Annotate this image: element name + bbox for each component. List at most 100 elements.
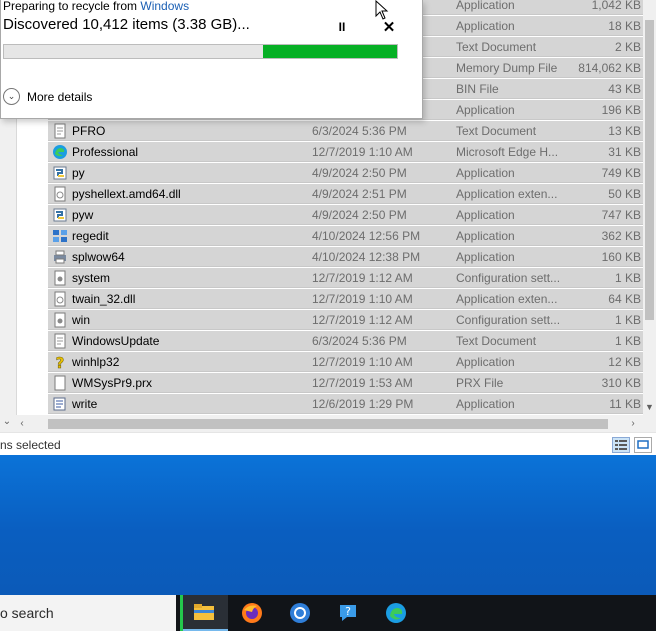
pause-button[interactable]: II: [335, 20, 349, 36]
scroll-right-arrow-icon[interactable]: ›: [626, 417, 640, 431]
file-size: 1 KB: [614, 271, 641, 285]
file-row[interactable]: write 12/6/2019 1:29 PM Application 11 KB: [48, 394, 643, 414]
file-row[interactable]: py 4/9/2024 2:50 PM Application 749 KB: [48, 163, 643, 183]
scroll-left-arrow-icon[interactable]: ‹: [15, 417, 29, 431]
file-name: py: [72, 166, 85, 180]
file-type: Text Document: [456, 124, 537, 138]
file-row[interactable]: win 12/7/2019 1:12 AM Configuration sett..…: [48, 310, 643, 330]
file-type: Microsoft Edge H...: [456, 145, 559, 159]
file-name: system: [72, 271, 111, 285]
operation-title: Preparing to recycle from Windows: [3, 0, 189, 13]
help-icon: ?: [55, 354, 65, 370]
file-row[interactable]: WindowsUpdate 6/3/2024 5:36 PM Text Docume…: [48, 331, 643, 351]
desktop-background: [0, 455, 656, 595]
file-date-modified: 4/10/2024 12:56 PM: [312, 229, 421, 243]
file-date-modified: 6/3/2024 5:36 PM: [312, 124, 407, 138]
file-size: 1 KB: [614, 334, 641, 348]
taskbar-edge[interactable]: [372, 595, 420, 631]
file-size: 814,062 KB: [578, 61, 641, 75]
dll-icon: [54, 186, 66, 202]
file-row[interactable]: splwow64 4/10/2024 12:38 PM Application 160…: [48, 247, 643, 267]
selection-count: ns selected: [0, 438, 61, 452]
file-size: 1,042 KB: [591, 0, 641, 12]
file-name: WindowsUpdate: [72, 334, 160, 348]
prx-file-icon: [54, 375, 66, 391]
file-size: 749 KB: [601, 166, 641, 180]
file-row[interactable]: ? winhlp32 12/7/2019 1:10 AM Application 12 …: [48, 352, 643, 372]
file-date-modified: 4/10/2024 12:38 PM: [312, 250, 421, 264]
large-icons-view-button[interactable]: [634, 437, 652, 453]
file-row[interactable]: pyshellext.amd64.dll 4/9/2024 2:51 PM Appl…: [48, 184, 643, 204]
file-type: Application: [456, 355, 515, 369]
vertical-scroll-thumb[interactable]: [645, 20, 654, 320]
file-date-modified: 4/9/2024 2:50 PM: [312, 166, 407, 180]
text-doc-icon: [54, 333, 66, 349]
file-row[interactable]: WMSysPr9.prx 12/7/2019 1:53 AM PRX File 310…: [48, 373, 643, 393]
file-date-modified: 12/7/2019 1:10 AM: [312, 145, 413, 159]
large-icons-view-icon: [637, 440, 649, 449]
nav-scroll-down-icon[interactable]: ⌄: [0, 416, 14, 427]
help-app-icon: ?: [340, 605, 356, 621]
file-size: 43 KB: [608, 82, 641, 96]
file-date-modified: 12/7/2019 1:12 AM: [312, 271, 413, 285]
horizontal-scroll-thumb[interactable]: [48, 419, 608, 429]
file-row[interactable]: system 12/7/2019 1:12 AM Configuration set…: [48, 268, 643, 288]
taskbar-chrome[interactable]: [276, 595, 324, 631]
file-date-modified: 12/7/2019 1:10 AM: [312, 355, 413, 369]
file-type: Application: [456, 19, 515, 33]
wordpad-icon: [53, 397, 66, 411]
file-size: 64 KB: [608, 292, 641, 306]
source-folder-link[interactable]: Windows: [140, 0, 189, 13]
file-row[interactable]: regedit 4/10/2024 12:56 PM Application 362 …: [48, 226, 643, 246]
printer-icon: [54, 250, 66, 264]
scroll-down-arrow-icon[interactable]: ▼: [643, 401, 656, 414]
taskbar: o search ?: [0, 595, 656, 631]
vertical-scrollbar[interactable]: ▼: [643, 0, 656, 415]
edge-icon: [386, 603, 406, 623]
file-type: Configuration sett...: [456, 313, 561, 327]
file-type: Text Document: [456, 334, 537, 348]
taskbar-firefox[interactable]: [228, 595, 276, 631]
operation-title-prefix: Preparing to recycle from: [3, 0, 141, 13]
edge-icon: [53, 145, 67, 159]
file-size: 362 KB: [601, 229, 641, 243]
file-size: 18 KB: [608, 19, 641, 33]
file-size: 196 KB: [601, 103, 641, 117]
config-icon: [54, 312, 66, 328]
python-icon: [53, 208, 67, 222]
active-app-indicator: [180, 595, 183, 631]
taskbar-search-box[interactable]: o search: [0, 595, 176, 631]
status-bar: ns selected: [0, 432, 656, 456]
file-date-modified: 12/7/2019 1:53 AM: [312, 376, 413, 390]
file-size: 50 KB: [608, 187, 641, 201]
taskbar-get-help[interactable]: ?: [324, 595, 372, 631]
svg-text:?: ?: [56, 354, 65, 370]
taskbar-file-explorer[interactable]: [180, 595, 228, 631]
file-size: 13 KB: [608, 124, 641, 138]
file-name: winhlp32: [72, 355, 120, 369]
file-size: 160 KB: [601, 250, 641, 264]
file-name: write: [72, 397, 98, 411]
file-row[interactable]: pyw 4/9/2024 2:50 PM Application 747 KB: [48, 205, 643, 225]
horizontal-scrollbar[interactable]: ‹ ›: [0, 415, 643, 432]
file-date-modified: 4/9/2024 2:51 PM: [312, 187, 407, 201]
file-type: Application: [456, 208, 515, 222]
file-type: Application exten...: [456, 187, 558, 201]
more-details-label: More details: [27, 90, 93, 104]
file-row[interactable]: twain_32.dll 12/7/2019 1:10 AM Application…: [48, 289, 643, 309]
file-row[interactable]: PFRO 6/3/2024 5:36 PM Text Document 13 KB: [48, 121, 643, 141]
file-size: 12 KB: [608, 355, 641, 369]
file-size: 310 KB: [601, 376, 641, 390]
text-doc-icon: [54, 123, 66, 139]
file-date-modified: 12/6/2019 1:29 PM: [312, 397, 414, 411]
scrollbar-corner: [643, 415, 656, 432]
progress-bar: [3, 44, 398, 59]
recycle-progress-dialog: Preparing to recycle from Windows Discov…: [0, 0, 423, 119]
details-view-button[interactable]: [612, 437, 630, 453]
python-icon: [53, 166, 67, 180]
file-explorer-icon: [194, 604, 214, 620]
file-type: Application: [456, 229, 515, 243]
file-type: Application: [456, 166, 515, 180]
file-row[interactable]: Professional 12/7/2019 1:10 AM Microsoft E…: [48, 142, 643, 162]
file-date-modified: 4/9/2024 2:50 PM: [312, 208, 407, 222]
